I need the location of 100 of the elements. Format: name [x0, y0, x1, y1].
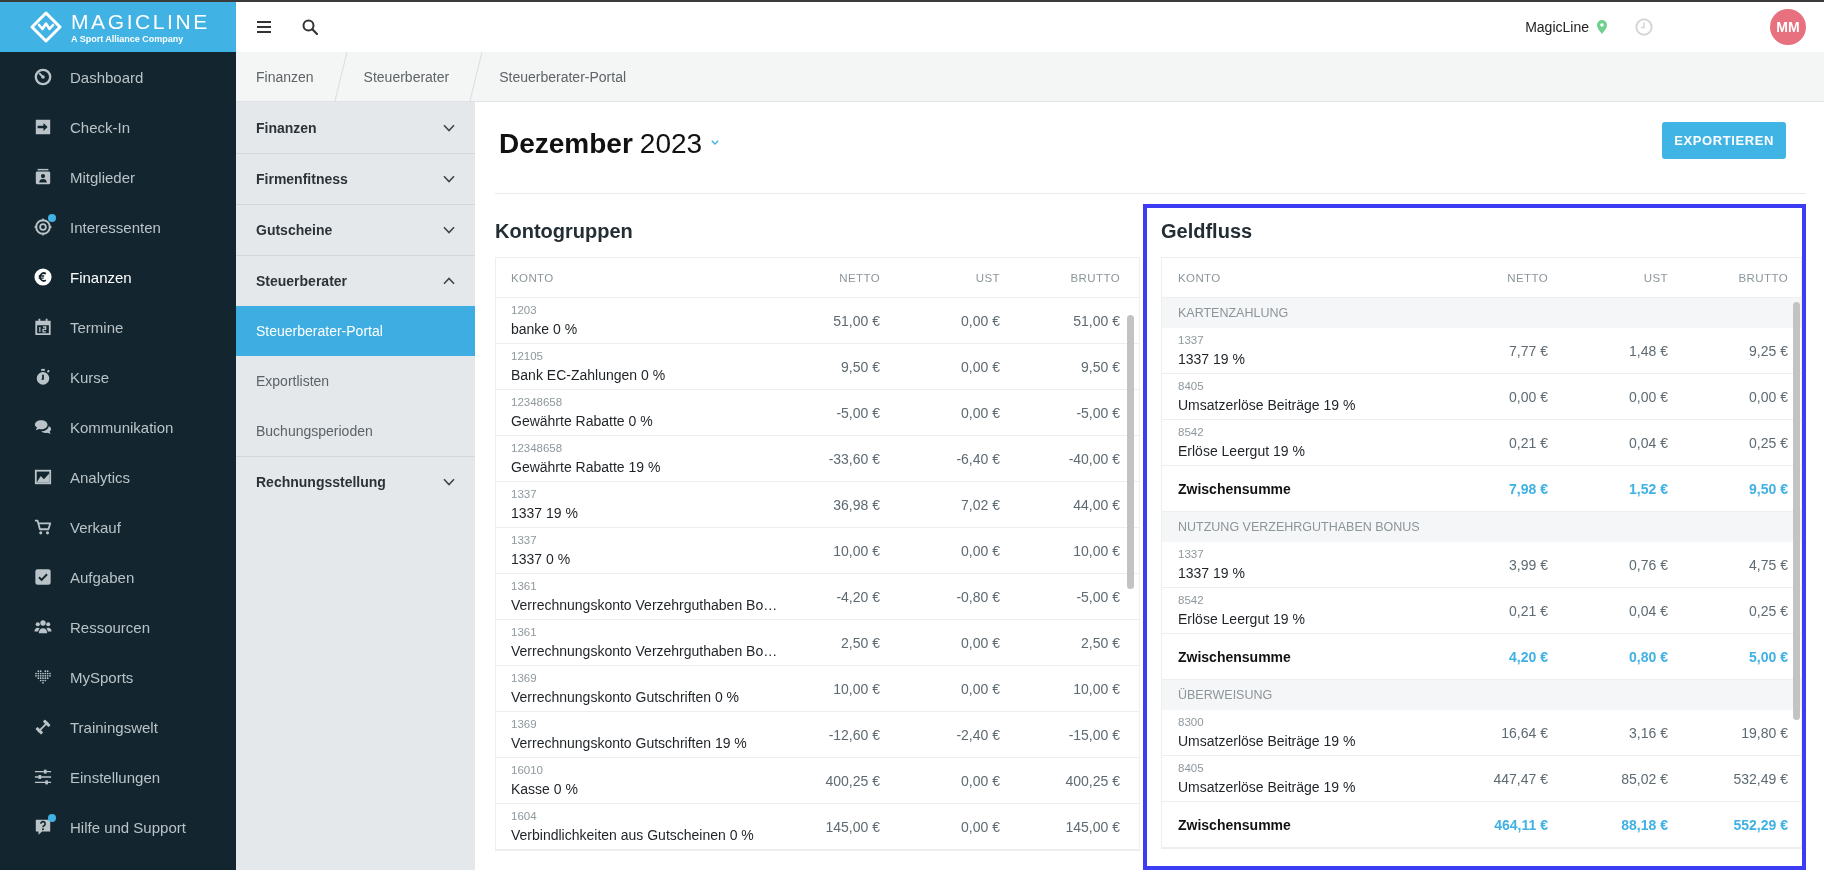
dotted-heart-icon	[34, 668, 52, 686]
clock-icon[interactable]	[1635, 18, 1653, 36]
account-number: 1604	[511, 810, 537, 823]
account-name: Kasse 0 %	[511, 781, 578, 797]
subtotal-cell-text: 7,98 €	[1508, 480, 1548, 497]
table-cell-text: 0,00 €	[1748, 388, 1788, 405]
sliders-icon	[34, 768, 52, 786]
breadcrumb-link[interactable]: Steuerberater	[363, 68, 450, 85]
account-number: 8542	[1178, 594, 1204, 607]
subtotal-cell-text: 464,11 €	[1493, 816, 1548, 833]
table-cell-text: 3,16 €	[1628, 724, 1668, 741]
target-icon	[34, 218, 52, 236]
table-cell-text: 0,00 €	[960, 772, 1000, 789]
account-number: 8300	[1178, 716, 1204, 729]
account-number: 1361	[511, 580, 537, 593]
account-name: Bank EC-Zahlungen 0 %	[511, 367, 666, 383]
subnav-item[interactable]: Exportlisten	[236, 356, 475, 406]
table-cell-text: 19,80 €	[1740, 724, 1788, 741]
area-chart-icon	[34, 468, 52, 486]
nav-item[interactable]: Aufgaben	[0, 552, 236, 602]
table-cell-text: 145,00 €	[1064, 818, 1120, 835]
account-name: 1337 19 %	[1178, 565, 1245, 581]
table-cell-text: 9,50 €	[1080, 358, 1120, 375]
account-number: 1203	[511, 304, 537, 317]
table-cell-text: 10,00 €	[1072, 542, 1120, 559]
subtotal-cell-text: 9,50 €	[1748, 480, 1788, 497]
nav-item[interactable]: Einstellungen	[0, 752, 236, 802]
menu-icon[interactable]	[257, 21, 271, 33]
nav-item[interactable]: Termine	[0, 302, 236, 352]
table-cell-text: -33,60 €	[827, 450, 880, 467]
nav-item[interactable]: Analytics	[0, 452, 236, 502]
sign-in-icon	[34, 118, 52, 136]
account-name: Erlöse Leergut 19 %	[1178, 611, 1305, 627]
account-number: 12105	[511, 350, 543, 363]
table-cell-text: 85,02 €	[1620, 770, 1668, 787]
subnav-group[interactable]: Gutscheine	[236, 204, 475, 255]
account-name: Verrechnungskonto Verzehrguthaben Bo…	[511, 643, 778, 659]
calendar-icon	[34, 318, 52, 336]
breadcrumb-link[interactable]: Finanzen	[256, 68, 314, 85]
table-cell-text: 0,00 €	[960, 542, 1000, 559]
diamond-logo-icon	[30, 11, 62, 43]
subnav-group[interactable]: Finanzen	[236, 102, 475, 153]
nav-item[interactable]: Kommunikation	[0, 402, 236, 452]
nav-item[interactable]: Ressourcen	[0, 602, 236, 652]
account-name: 1337 0 %	[511, 551, 571, 567]
nav-item[interactable]: Dashboard	[0, 52, 236, 102]
account-name: Verrechnungskonto Gutschriften 19 %	[511, 735, 747, 751]
account-number: 8542	[1178, 426, 1204, 439]
nav-item[interactable]: Trainingswelt	[0, 702, 236, 752]
table-cell-text: -5,00 €	[1075, 404, 1120, 421]
nav-item[interactable]: Finanzen	[0, 252, 236, 302]
scrollbar-thumb[interactable]	[1127, 315, 1134, 589]
table-cell-text: 447,47 €	[1492, 770, 1548, 787]
column-header: NETTO	[1506, 271, 1548, 284]
group-heading-row: NUTZUNG VERZEHRGUTHABEN BONUS	[1162, 512, 1801, 542]
table-cell-text: 9,50 €	[840, 358, 880, 375]
table-cell-text: -12,60 €	[827, 726, 880, 743]
subnav-item[interactable]: Buchungsperioden	[236, 406, 475, 456]
subnav-group[interactable]: Rechnungsstellung	[236, 456, 475, 507]
table-cell-text: 36,98 €	[832, 496, 880, 513]
table-cell-text: 7,02 €	[960, 496, 1000, 513]
table-cell-text: 0,21 €	[1508, 602, 1548, 619]
table-cell-text: 1,48 €	[1628, 342, 1668, 359]
account-number: 8405	[1178, 762, 1204, 775]
breadcrumb-link[interactable]: Steuerberater-Portal	[499, 68, 627, 85]
scrollbar-thumb[interactable]	[1793, 302, 1800, 720]
column-header: KONTO	[1178, 271, 1222, 284]
euro-icon	[34, 268, 52, 286]
people-icon	[34, 618, 52, 636]
account-name: Gewährte Rabatte 19 %	[511, 459, 661, 475]
nav-item[interactable]: Hilfe und Support	[0, 802, 236, 852]
subtotal-cell-text: 4,20 €	[1508, 648, 1548, 665]
account-name: Verrechnungskonto Gutschriften 0 %	[511, 689, 740, 705]
chat-bubbles-icon	[34, 418, 52, 436]
nav-item[interactable]: Interessenten	[0, 202, 236, 252]
nav-item[interactable]: Check-In	[0, 102, 236, 152]
table-cell-text: -0,80 €	[955, 588, 1000, 605]
gauge-icon	[34, 68, 52, 86]
location-name[interactable]: MagicLine	[1525, 19, 1589, 35]
map-pin-icon	[1597, 20, 1607, 34]
account-number: 1337	[1178, 548, 1204, 561]
nav-item[interactable]: Verkauf	[0, 502, 236, 552]
table-cell-text: 0,04 €	[1628, 434, 1668, 451]
subtotal-cell-text: 5,00 €	[1748, 648, 1788, 665]
table-cell-text: 10,00 €	[1072, 680, 1120, 697]
table-cell-text: 532,49 €	[1732, 770, 1788, 787]
period-picker[interactable]: Dezember 2023	[499, 128, 720, 160]
table-cell-text: 400,25 €	[824, 772, 880, 789]
subtotal-cell-text: 0,80 €	[1628, 648, 1668, 665]
account-number: 1337	[511, 488, 537, 501]
table-cell-text: 0,76 €	[1628, 556, 1668, 573]
nav-item[interactable]: Kurse	[0, 352, 236, 402]
nav-item[interactable]: MySports	[0, 652, 236, 702]
nav-item[interactable]: Mitglieder	[0, 152, 236, 202]
table-cell-text: 0,00 €	[1628, 388, 1668, 405]
subtotal-label: Zwischensumme	[1178, 816, 1292, 833]
account-name: Gewährte Rabatte 0 %	[511, 413, 653, 429]
search-icon[interactable]	[302, 19, 318, 35]
subnav-group[interactable]: Firmenfitness	[236, 153, 475, 204]
account-number: 12348658	[511, 396, 563, 409]
